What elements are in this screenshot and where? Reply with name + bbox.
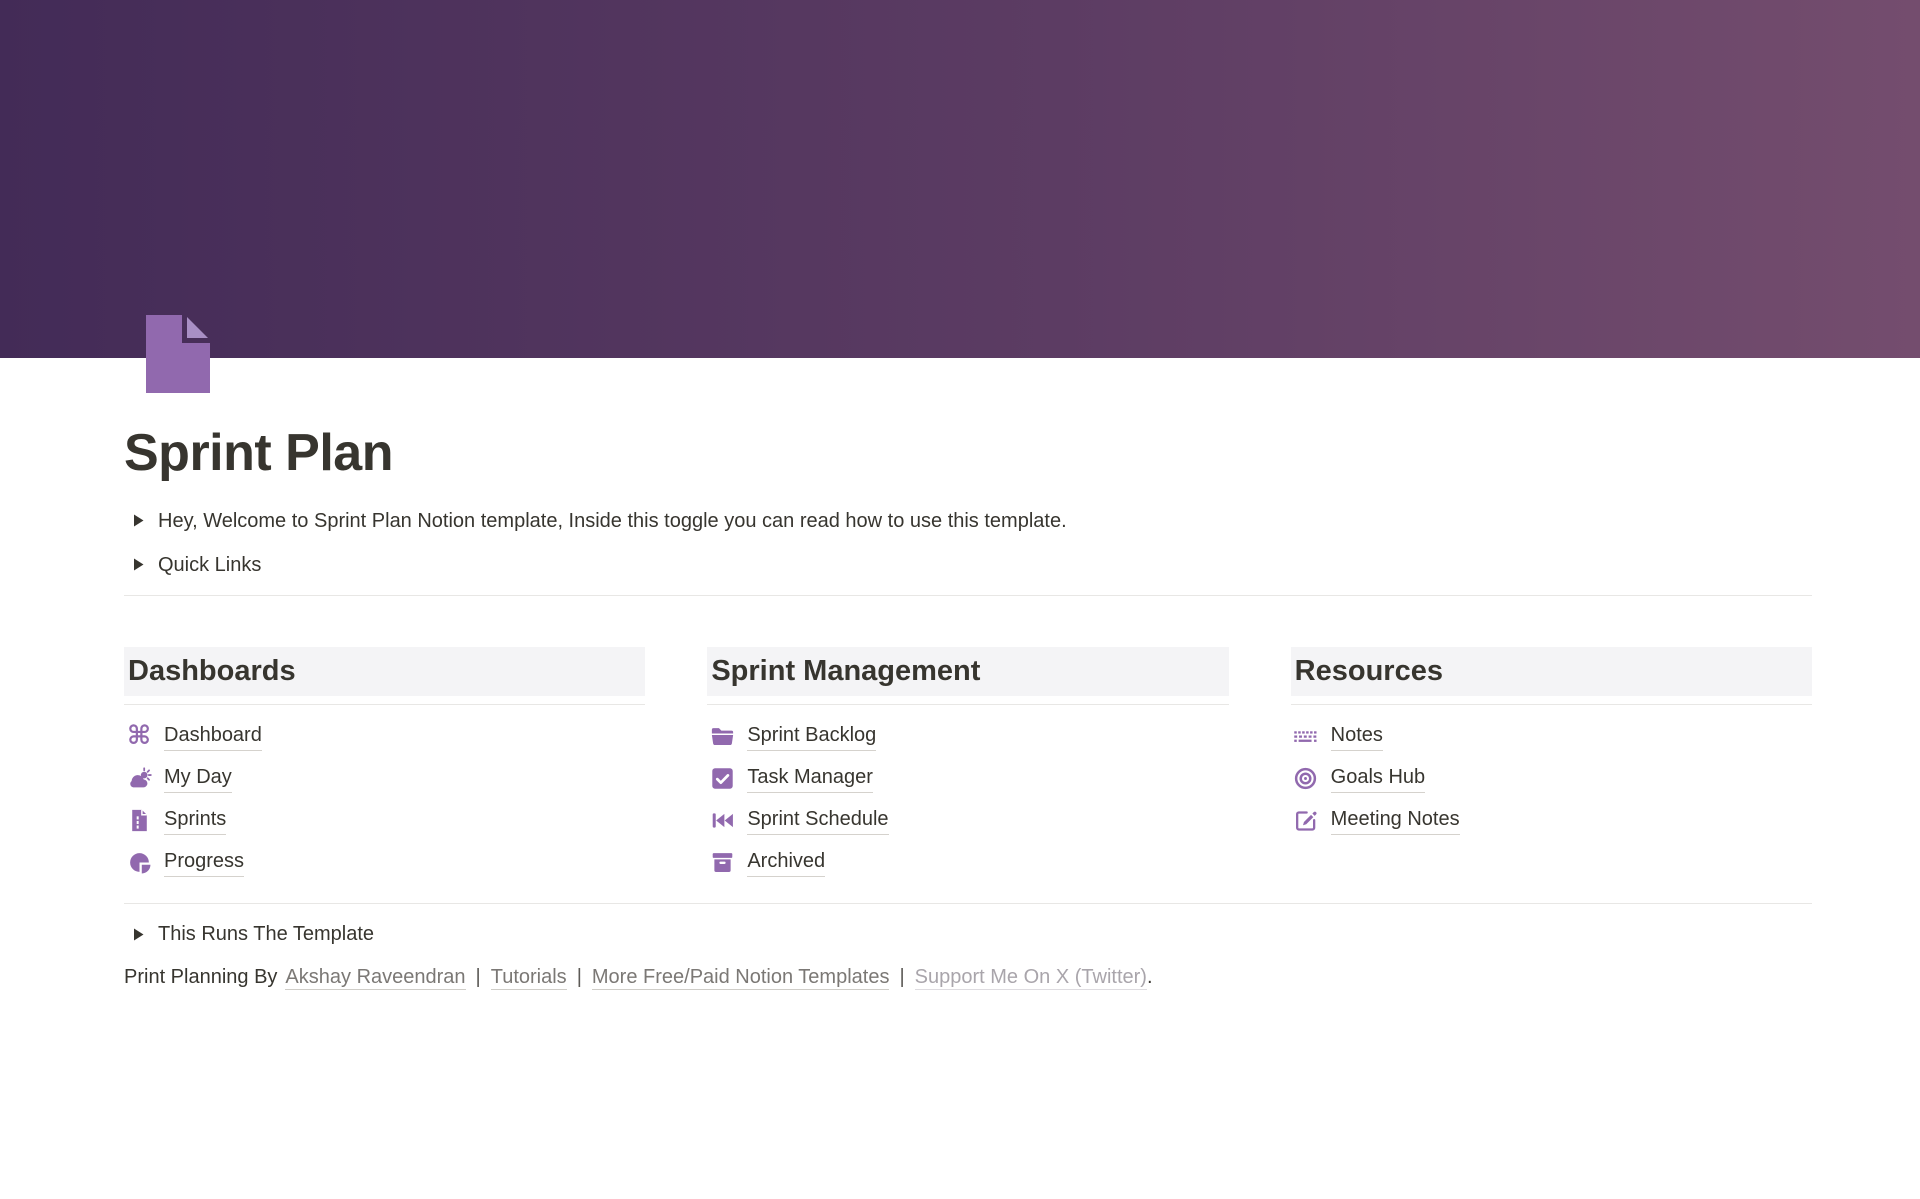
column-resources: Resources Notes <box>1291 647 1812 883</box>
toggle-runs-template-label: This Runs The Template <box>158 919 374 949</box>
link-columns: Dashboards ⌘ Dashboard <box>124 647 1812 883</box>
column-header-sprint-management: Sprint Management <box>707 647 1228 696</box>
link-list: ⌘ Dashboard My Day <box>124 715 645 883</box>
rewind-icon <box>709 807 735 833</box>
page-link-sprints[interactable]: Sprints <box>124 799 645 841</box>
column-header-dashboards: Dashboards <box>124 647 645 696</box>
author-link[interactable]: Akshay Raveendran <box>285 966 465 990</box>
templates-link[interactable]: More Free/Paid Notion Templates <box>592 966 890 990</box>
toggle-welcome-label: Hey, Welcome to Sprint Plan Notion templ… <box>158 506 1067 536</box>
page-link-sprint-backlog[interactable]: Sprint Backlog <box>707 715 1228 757</box>
toggle-welcome[interactable]: Hey, Welcome to Sprint Plan Notion templ… <box>124 506 1812 536</box>
toggle-quick-links[interactable]: Quick Links <box>124 550 1812 580</box>
page-link-my-day[interactable]: My Day <box>124 757 645 799</box>
column-header-resources: Resources <box>1291 647 1812 696</box>
footer-period: . <box>1147 966 1153 988</box>
page-title: Sprint Plan <box>124 424 1812 484</box>
separator: | <box>577 966 582 988</box>
page-link-task-manager[interactable]: Task Manager <box>707 757 1228 799</box>
link-list: Sprint Backlog Task Manager <box>707 715 1228 883</box>
support-link[interactable]: Support Me On X (Twitter) <box>915 966 1147 990</box>
page-link-sprint-schedule[interactable]: Sprint Schedule <box>707 799 1228 841</box>
separator: | <box>899 966 904 988</box>
link-list: Notes Goals Hub <box>1291 715 1812 841</box>
divider <box>124 595 1812 596</box>
page-content: Sprint Plan Hey, Welcome to Sprint Plan … <box>124 358 1812 992</box>
page-link-meeting-notes[interactable]: Meeting Notes <box>1291 799 1812 841</box>
footer-prefix: Print Planning By <box>124 966 277 988</box>
page-link-notes[interactable]: Notes <box>1291 715 1812 757</box>
page-icon <box>126 807 152 833</box>
archive-icon <box>709 849 735 875</box>
divider <box>124 903 1812 904</box>
column-sprint-management: Sprint Management Sprint Backlog <box>707 647 1228 883</box>
sun-behind-cloud-icon <box>126 765 152 791</box>
toggle-quick-links-label: Quick Links <box>158 550 261 580</box>
target-icon <box>1293 765 1319 791</box>
folder-icon <box>709 723 735 749</box>
keyboard-icon <box>1293 723 1319 749</box>
column-dashboards: Dashboards ⌘ Dashboard <box>124 647 645 883</box>
divider <box>1291 704 1812 705</box>
edit-icon <box>1293 807 1319 833</box>
page-link-goals-hub[interactable]: Goals Hub <box>1291 757 1812 799</box>
page-link-dashboard[interactable]: ⌘ Dashboard <box>124 715 645 757</box>
separator: | <box>476 966 481 988</box>
divider <box>124 704 645 705</box>
command-icon: ⌘ <box>126 723 152 749</box>
page-link-archived[interactable]: Archived <box>707 841 1228 883</box>
toggle-triangle-icon <box>133 928 144 941</box>
footer-credits: Print Planning By Akshay Raveendran | Tutor… <box>124 962 1812 992</box>
tutorials-link[interactable]: Tutorials <box>491 966 567 990</box>
pie-chart-icon <box>126 849 152 875</box>
toggle-triangle-icon <box>133 558 144 571</box>
checkbox-icon <box>709 765 735 791</box>
toggle-triangle-icon <box>133 514 144 527</box>
page-cover <box>0 0 1920 358</box>
page-link-progress[interactable]: Progress <box>124 841 645 883</box>
divider <box>707 704 1228 705</box>
toggle-runs-template[interactable]: This Runs The Template <box>124 919 1812 949</box>
